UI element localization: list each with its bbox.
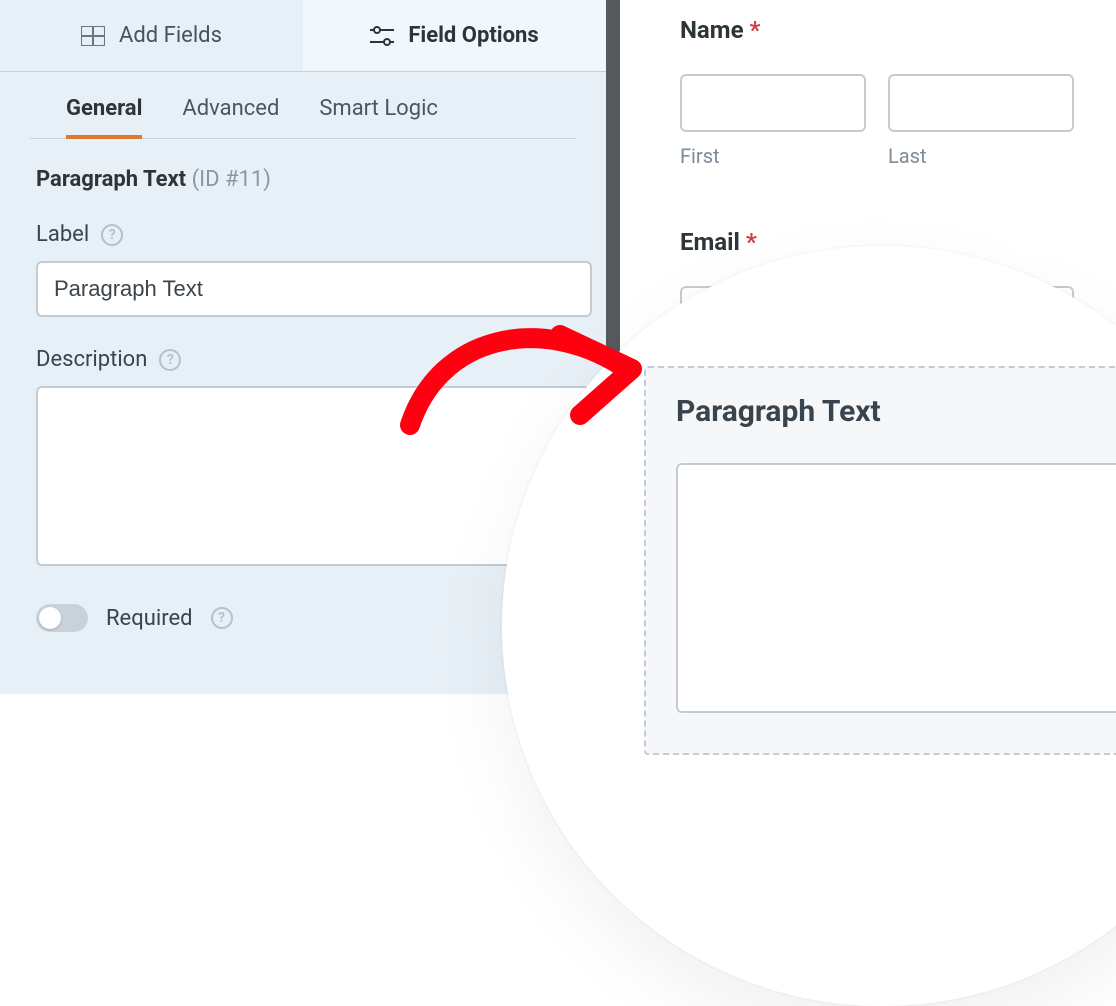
app-root: Add Fields Field Options General Advance… [0,0,1116,694]
help-icon[interactable]: ? [101,224,123,246]
required-star: * [746,228,757,256]
field-type-name: Paragraph Text [36,167,186,192]
last-name-col: Last [888,74,1074,168]
tab-add-fields[interactable]: Add Fields [0,0,303,71]
name-field-label-text: Name [680,16,744,44]
sub-tab-advanced[interactable]: Advanced [182,96,279,139]
description-row: Description ? [36,347,570,570]
help-icon[interactable]: ? [211,607,233,629]
description-field-label: Description ? [36,347,570,372]
description-input[interactable] [36,386,592,566]
first-name-col: First [680,74,866,168]
magnifier-content: Paragraph Text [514,258,1116,994]
paragraph-drop-textarea[interactable] [676,463,1116,713]
description-field-label-text: Description [36,347,147,372]
required-star: * [750,16,761,44]
sidebar-sub-tabs: General Advanced Smart Logic [30,72,576,139]
name-field-label: Name* [680,16,1088,44]
name-field-block: Name* First Last [680,16,1088,168]
toggle-knob [39,607,61,629]
required-row: Required ? [36,604,570,632]
sub-tab-general[interactable]: General [66,96,142,139]
required-toggle[interactable] [36,604,88,632]
last-name-input[interactable] [888,74,1074,132]
first-name-input[interactable] [680,74,866,132]
first-name-sublabel: First [680,144,866,168]
label-input[interactable] [36,261,592,317]
tab-field-options-label: Field Options [408,23,538,48]
email-field-label-text: Email [680,228,740,256]
label-row: Label ? [36,222,570,317]
required-label: Required [106,606,193,631]
tab-field-options[interactable]: Field Options [303,0,606,71]
field-type-heading: Paragraph Text (ID #11) [36,167,570,192]
last-name-sublabel: Last [888,144,1074,168]
paragraph-drop-label: Paragraph Text [676,394,1116,429]
sub-tab-smart-logic[interactable]: Smart Logic [319,96,438,139]
sidebar-top-tabs: Add Fields Field Options [0,0,606,72]
grid-icon [81,26,105,46]
magnifier-overlay: Paragraph Text [502,246,1116,1006]
sliders-icon [370,26,394,46]
field-id-tag: (ID #11) [192,167,271,192]
paragraph-drop-target[interactable]: Paragraph Text [644,366,1116,755]
name-inputs-row: First Last [680,74,1088,168]
label-field-label: Label ? [36,222,570,247]
help-icon[interactable]: ? [159,349,181,371]
tab-add-fields-label: Add Fields [119,23,222,48]
label-field-label-text: Label [36,222,89,247]
